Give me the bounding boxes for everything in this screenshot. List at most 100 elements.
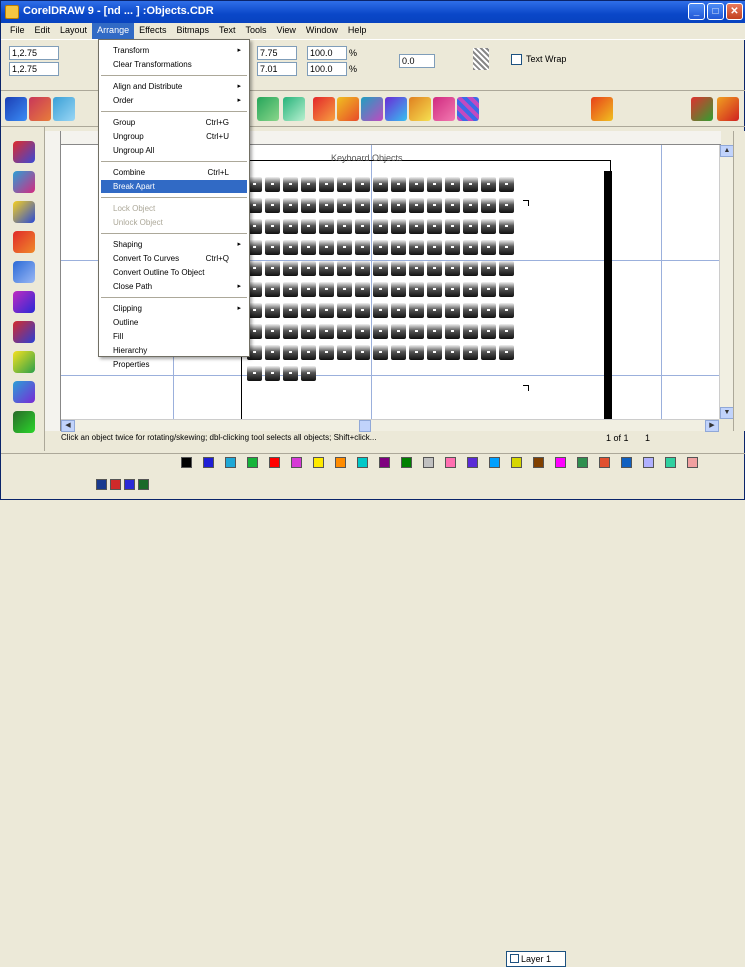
keyboard-key[interactable] bbox=[301, 324, 316, 339]
color-swatch[interactable] bbox=[533, 457, 544, 468]
keyboard-key[interactable] bbox=[301, 198, 316, 213]
keyboard-key[interactable] bbox=[463, 177, 478, 192]
keyboard-key[interactable] bbox=[409, 303, 424, 318]
keyboard-key[interactable] bbox=[373, 282, 388, 297]
color-swatch[interactable] bbox=[357, 457, 368, 468]
keyboard-key[interactable] bbox=[301, 282, 316, 297]
keyboard-key[interactable] bbox=[247, 366, 262, 381]
keyboard-key[interactable] bbox=[499, 219, 514, 234]
keyboard-key[interactable] bbox=[337, 240, 352, 255]
keyboard-key[interactable] bbox=[319, 324, 334, 339]
keyboard-key[interactable] bbox=[409, 324, 424, 339]
menu-item-align-and-distribute[interactable]: Align and Distribute ▸ bbox=[101, 80, 247, 93]
keyboard-key[interactable] bbox=[427, 198, 442, 213]
color-swatch[interactable] bbox=[401, 457, 412, 468]
shadow-icon[interactable] bbox=[433, 97, 455, 121]
keyboard-key[interactable] bbox=[481, 219, 496, 234]
keyboard-key[interactable] bbox=[337, 282, 352, 297]
keyboard-key[interactable] bbox=[283, 282, 298, 297]
keyboard-key[interactable] bbox=[373, 345, 388, 360]
color-swatch[interactable] bbox=[291, 457, 302, 468]
keyboard-key[interactable] bbox=[409, 345, 424, 360]
pick-tool-icon[interactable] bbox=[13, 141, 35, 163]
angle-field[interactable]: 0.0 bbox=[399, 54, 435, 68]
menu-edit[interactable]: Edit bbox=[30, 23, 56, 39]
color-swatch[interactable] bbox=[203, 457, 214, 468]
zoom-icon[interactable] bbox=[691, 97, 713, 121]
keyboard-key[interactable] bbox=[481, 177, 496, 192]
text-tool-icon[interactable] bbox=[13, 351, 35, 373]
keyboard-key[interactable] bbox=[481, 324, 496, 339]
keyboard-key[interactable] bbox=[265, 324, 280, 339]
color-swatch[interactable] bbox=[247, 457, 258, 468]
save-icon[interactable] bbox=[53, 97, 75, 121]
keyboard-key[interactable] bbox=[427, 303, 442, 318]
mini-tool-icon[interactable] bbox=[96, 479, 107, 490]
color-swatch[interactable] bbox=[489, 457, 500, 468]
menu-item-combine[interactable]: Combine Ctrl+L bbox=[101, 166, 247, 179]
effects-icon[interactable] bbox=[313, 97, 335, 121]
keyboard-key[interactable] bbox=[355, 345, 370, 360]
keyboard-key[interactable] bbox=[265, 366, 280, 381]
contour-icon[interactable] bbox=[337, 97, 359, 121]
help-icon[interactable] bbox=[717, 97, 739, 121]
keyboard-key[interactable] bbox=[319, 240, 334, 255]
menu-item-transform[interactable]: Transform ▸ bbox=[101, 44, 247, 57]
keyboard-key[interactable] bbox=[319, 177, 334, 192]
keyboard-key[interactable] bbox=[391, 345, 406, 360]
keyboard-key[interactable] bbox=[373, 240, 388, 255]
polygon-tool-icon[interactable] bbox=[13, 321, 35, 343]
keyboard-key[interactable] bbox=[265, 177, 280, 192]
import-icon[interactable] bbox=[257, 97, 279, 121]
blend-icon[interactable] bbox=[361, 97, 383, 121]
keyboard-key[interactable] bbox=[427, 324, 442, 339]
keyboard-key[interactable] bbox=[301, 219, 316, 234]
keyboard-key[interactable] bbox=[463, 345, 478, 360]
keyboard-key[interactable] bbox=[265, 261, 280, 276]
scale-height-field[interactable]: 100.0 bbox=[307, 62, 347, 76]
height-field[interactable]: 7.01 bbox=[257, 62, 297, 76]
color-swatch[interactable] bbox=[665, 457, 676, 468]
keyboard-key[interactable] bbox=[427, 261, 442, 276]
docker-tabs[interactable] bbox=[733, 131, 745, 431]
menu-view[interactable]: View bbox=[272, 23, 301, 39]
keyboard-key[interactable] bbox=[355, 219, 370, 234]
zoom-tool-icon[interactable] bbox=[13, 201, 35, 223]
interactive-fill-tool-icon[interactable] bbox=[13, 381, 35, 403]
menu-item-shaping[interactable]: Shaping ▸ bbox=[101, 238, 247, 251]
keyboard-key[interactable] bbox=[355, 177, 370, 192]
color-swatch[interactable] bbox=[643, 457, 654, 468]
keyboard-key[interactable] bbox=[301, 303, 316, 318]
keyboard-key[interactable] bbox=[319, 198, 334, 213]
open-icon[interactable] bbox=[29, 97, 51, 121]
keyboard-key[interactable] bbox=[391, 219, 406, 234]
mini-tool-icon[interactable] bbox=[110, 479, 121, 490]
keyboard-key[interactable] bbox=[283, 177, 298, 192]
keyboard-key[interactable] bbox=[301, 366, 316, 381]
keyboard-key[interactable] bbox=[481, 261, 496, 276]
keyboard-key[interactable] bbox=[373, 324, 388, 339]
new-icon[interactable] bbox=[5, 97, 27, 121]
menu-item-clipping[interactable]: Clipping ▸ bbox=[101, 302, 247, 315]
keyboard-key[interactable] bbox=[499, 198, 514, 213]
guidelines-icon[interactable] bbox=[591, 97, 613, 121]
color-swatch[interactable] bbox=[687, 457, 698, 468]
color-swatch[interactable] bbox=[423, 457, 434, 468]
keyboard-key[interactable] bbox=[319, 219, 334, 234]
menu-tools[interactable]: Tools bbox=[240, 23, 271, 39]
color-swatch[interactable] bbox=[621, 457, 632, 468]
maximize-button[interactable]: □ bbox=[707, 3, 724, 20]
color-swatch[interactable] bbox=[335, 457, 346, 468]
menu-item-ungroup-all[interactable]: Ungroup All bbox=[101, 144, 247, 157]
keyboard-key[interactable] bbox=[337, 177, 352, 192]
keyboard-key[interactable] bbox=[409, 282, 424, 297]
keyboard-key[interactable] bbox=[445, 240, 460, 255]
menu-item-group[interactable]: Group Ctrl+G bbox=[101, 116, 247, 129]
vertical-scrollbar[interactable]: ▲ ▼ bbox=[719, 145, 734, 419]
keyboard-key[interactable] bbox=[265, 345, 280, 360]
keyboard-key[interactable] bbox=[355, 324, 370, 339]
keyboard-key[interactable] bbox=[391, 261, 406, 276]
menu-arrange[interactable]: Arrange bbox=[92, 23, 135, 39]
keyboard-key[interactable] bbox=[283, 345, 298, 360]
keyboard-key[interactable] bbox=[319, 345, 334, 360]
